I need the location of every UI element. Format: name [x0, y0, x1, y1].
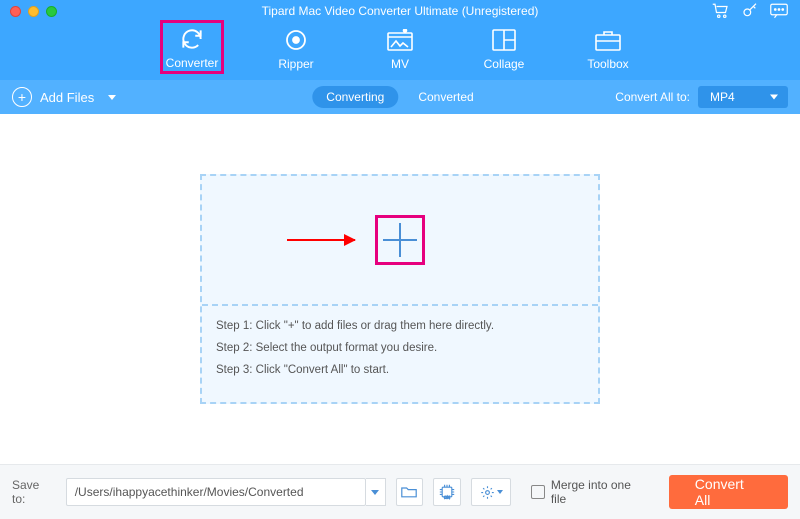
- nav-label: Converter: [166, 56, 219, 70]
- mv-icon: [387, 26, 413, 54]
- ripper-icon: [284, 26, 308, 54]
- arrow-annotation: [287, 239, 355, 241]
- instruction-step3: Step 3: Click "Convert All" to start.: [216, 364, 584, 376]
- merge-label: Merge into one file: [551, 478, 649, 506]
- output-format-select[interactable]: MP4: [698, 86, 788, 108]
- feedback-icon[interactable]: [770, 3, 788, 19]
- svg-text:ON: ON: [444, 494, 450, 499]
- nav-label: Toolbox: [587, 57, 628, 71]
- add-files-label: Add Files: [40, 90, 94, 105]
- converter-icon: [179, 25, 205, 53]
- chevron-down-icon: [108, 95, 116, 100]
- nav-converter[interactable]: Converter: [160, 20, 224, 74]
- tab-converting[interactable]: Converting: [312, 86, 398, 108]
- output-path-field[interactable]: /Users/ihappyacethinker/Movies/Converted: [66, 478, 366, 506]
- settings-button[interactable]: [471, 478, 511, 506]
- merge-checkbox[interactable]: Merge into one file: [531, 478, 649, 506]
- instruction-step2: Step 2: Select the output format you des…: [216, 342, 584, 354]
- nav-label: Ripper: [278, 57, 313, 71]
- app-title: Tipard Mac Video Converter Ultimate (Unr…: [0, 4, 800, 18]
- nav-ripper[interactable]: Ripper: [264, 26, 328, 71]
- titlebar: Tipard Mac Video Converter Ultimate (Unr…: [0, 0, 800, 22]
- cart-icon[interactable]: [712, 3, 730, 19]
- nav-toolbox[interactable]: Toolbox: [576, 26, 640, 71]
- nav-label: Collage: [484, 57, 525, 71]
- main-area: Step 1: Click "+" to add files or drag t…: [0, 114, 800, 464]
- chip-icon: ON: [439, 484, 455, 500]
- convert-all-button[interactable]: Convert All: [669, 475, 788, 509]
- add-files-button[interactable]: + Add Files: [12, 87, 116, 107]
- convert-all-to-label: Convert All to:: [615, 90, 690, 104]
- collage-icon: [492, 26, 516, 54]
- output-path-dropdown[interactable]: [366, 478, 386, 506]
- fullscreen-window-button[interactable]: [46, 6, 57, 17]
- instruction-step1: Step 1: Click "+" to add files or drag t…: [216, 320, 584, 332]
- open-folder-button[interactable]: [396, 478, 424, 506]
- minimize-window-button[interactable]: [28, 6, 39, 17]
- add-files-plus-button[interactable]: [375, 215, 425, 265]
- close-window-button[interactable]: [10, 6, 21, 17]
- checkbox-icon: [531, 485, 545, 499]
- save-to-label: Save to:: [12, 478, 56, 506]
- gear-icon: [480, 485, 495, 500]
- drop-zone-instructions: Step 1: Click "+" to add files or drag t…: [202, 306, 598, 402]
- tab-converted[interactable]: Converted: [404, 86, 487, 108]
- plus-circle-icon: +: [12, 87, 32, 107]
- nav-label: MV: [391, 57, 409, 71]
- drop-zone-top: [202, 176, 598, 306]
- nav-mv[interactable]: MV: [368, 26, 432, 71]
- folder-icon: [401, 485, 417, 499]
- hardware-accel-button[interactable]: ON: [433, 478, 461, 506]
- drop-zone[interactable]: Step 1: Click "+" to add files or drag t…: [200, 174, 600, 404]
- toolbox-icon: [595, 26, 621, 54]
- nav-collage[interactable]: Collage: [472, 26, 536, 71]
- key-icon[interactable]: [742, 3, 758, 19]
